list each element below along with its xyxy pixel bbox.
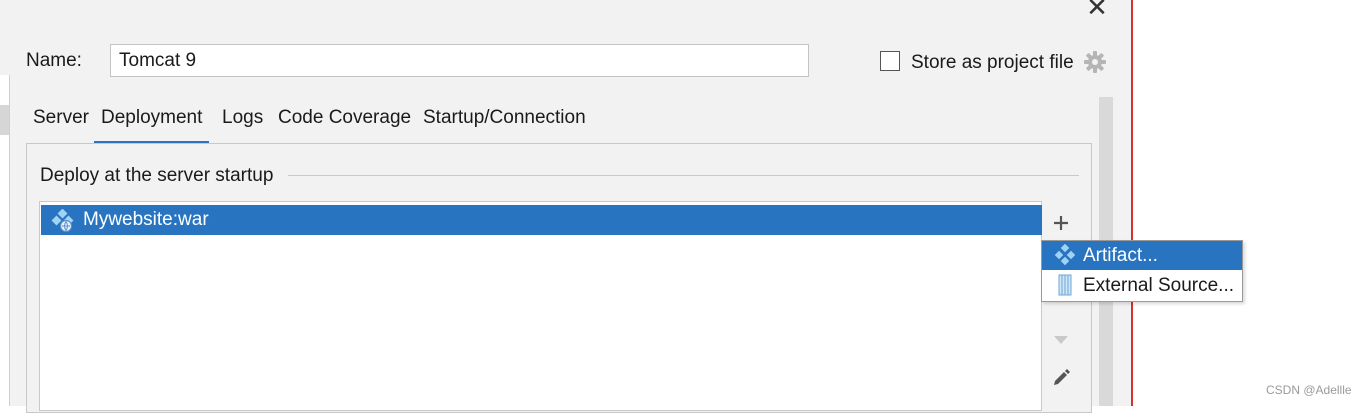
menu-item-label: Artifact... (1083, 245, 1158, 266)
list-item[interactable]: Mywebsite:war (41, 205, 1042, 235)
tab-startup-connection[interactable]: Startup/Connection (416, 104, 593, 144)
store-as-project-label[interactable]: Store as project file (911, 52, 1074, 74)
tab-code-coverage[interactable]: Code Coverage (271, 104, 418, 144)
artifact-icon (1054, 244, 1076, 266)
menu-item-external-source[interactable]: External Source... (1042, 271, 1242, 300)
close-icon[interactable]: ✕ (1085, 0, 1109, 20)
artifact-icon (51, 209, 74, 233)
edit-button[interactable] (1049, 366, 1073, 390)
deployment-list[interactable]: Mywebsite:war (39, 201, 1042, 411)
menu-item-artifact[interactable]: Artifact... (1042, 241, 1242, 270)
gear-icon[interactable] (1083, 50, 1107, 74)
arrow-down-icon (1054, 336, 1068, 344)
run-configuration-dialog: ✕ Name: Store as project file Server Dep… (0, 0, 1131, 413)
name-label: Name: (26, 50, 82, 71)
move-down-button[interactable] (1049, 328, 1073, 352)
store-as-project-checkbox[interactable] (880, 51, 900, 71)
tab-logs[interactable]: Logs (215, 104, 270, 144)
deploy-group-title: Deploy at the server startup (40, 165, 282, 187)
group-divider (288, 175, 1079, 176)
plus-icon (1054, 216, 1068, 230)
tab-deployment[interactable]: Deployment (94, 104, 210, 144)
watermark: CSDN @Adellle (1266, 383, 1352, 397)
pencil-icon (1054, 369, 1070, 385)
external-source-icon (1058, 274, 1072, 296)
config-tree-selection (0, 105, 9, 135)
add-button[interactable] (1049, 211, 1073, 235)
name-input[interactable] (110, 44, 809, 77)
deployment-toolbar (1042, 201, 1080, 411)
menu-item-label: External Source... (1083, 275, 1235, 296)
list-item-label: Mywebsite:war (83, 209, 209, 230)
window-border (1131, 0, 1133, 406)
config-tree-strip[interactable] (0, 75, 10, 406)
tab-server[interactable]: Server (26, 104, 96, 144)
add-popup-menu: Artifact... External Source... (1041, 240, 1243, 302)
